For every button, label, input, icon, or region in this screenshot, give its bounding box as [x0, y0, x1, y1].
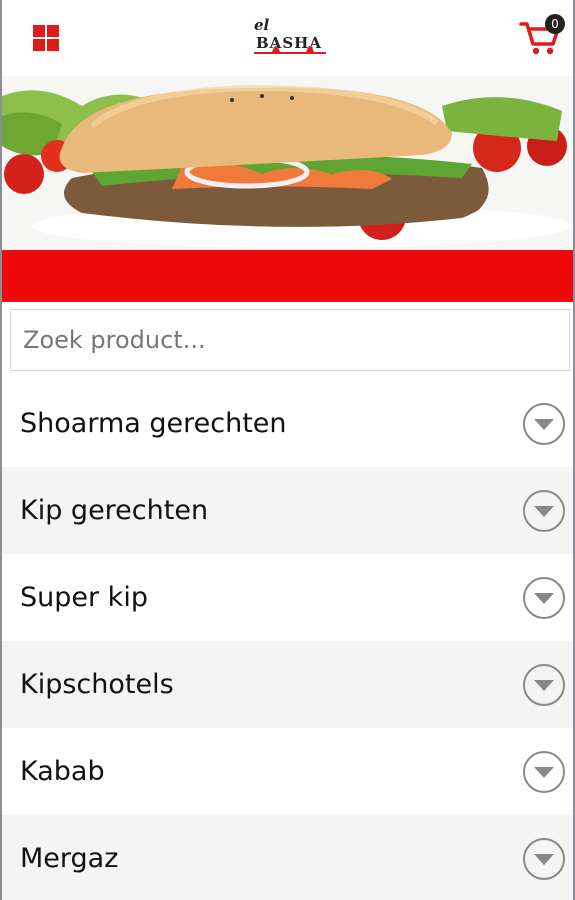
category-label: Kabab [20, 756, 105, 787]
chevron-down-circle-icon[interactable] [522, 489, 566, 533]
chevron-down-circle-icon[interactable] [522, 837, 566, 881]
category-shoarma-gerechten[interactable]: Shoarma gerechten [2, 380, 573, 467]
category-label: Mergaz [20, 843, 119, 874]
app-frame: el BASHA 0 Zoek product... Shoarma gerec… [0, 0, 575, 900]
cart-count-badge: 0 [545, 14, 565, 34]
category-label: Super kip [20, 582, 148, 613]
category-label: Kip gerechten [20, 495, 209, 526]
svg-text:el: el [254, 16, 270, 34]
accent-bar [2, 250, 573, 302]
category-super-kip[interactable]: Super kip [2, 554, 573, 641]
menu-button[interactable] [30, 22, 60, 52]
category-kabab[interactable]: Kabab [2, 728, 573, 815]
top-bar: el BASHA 0 [2, 0, 573, 76]
category-kipschotels[interactable]: Kipschotels [2, 641, 573, 728]
category-label: Kipschotels [20, 669, 174, 700]
category-label: Shoarma gerechten [20, 408, 287, 439]
chevron-down-circle-icon[interactable] [522, 663, 566, 707]
chevron-down-circle-icon[interactable] [522, 750, 566, 794]
logo: el BASHA [254, 16, 326, 54]
category-kip-gerechten[interactable]: Kip gerechten [2, 467, 573, 554]
search-box [10, 309, 570, 371]
category-mergaz[interactable]: Mergaz [2, 815, 573, 900]
sandwich-image [2, 76, 573, 250]
cart-button[interactable]: 0 [519, 14, 567, 58]
category-list: Shoarma gerechten Kip gerechten Super ki… [2, 380, 573, 900]
chevron-down-circle-icon[interactable] [522, 576, 566, 620]
hero-banner-image [2, 76, 573, 250]
chevron-down-circle-icon[interactable] [522, 402, 566, 446]
search-input[interactable] [11, 310, 569, 370]
